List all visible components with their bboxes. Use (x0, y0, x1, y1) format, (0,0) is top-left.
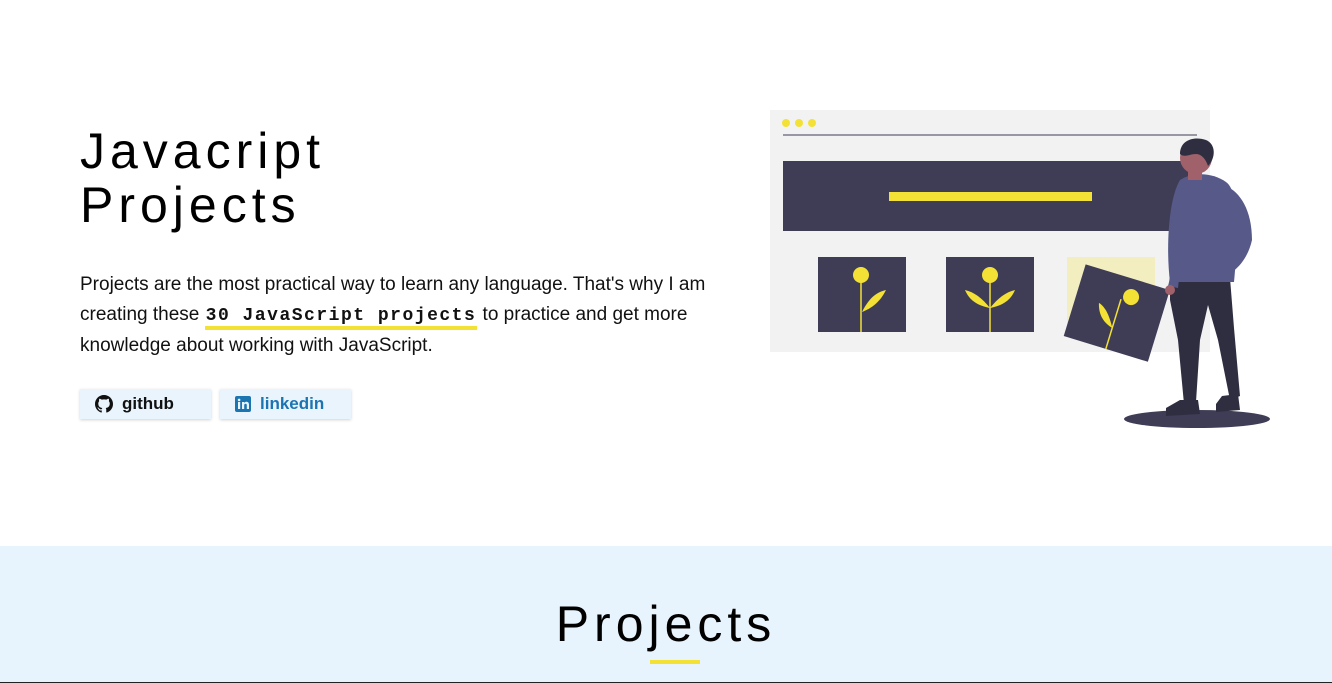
linkedin-label: linkedin (260, 394, 325, 413)
hero-illustration (760, 100, 1280, 440)
github-button[interactable]: github (80, 389, 211, 419)
hero-description: Projects are the most practical way to l… (80, 270, 740, 361)
social-links: github linkedin (80, 389, 351, 419)
github-label: github (122, 394, 174, 413)
projects-title-underline (650, 660, 700, 664)
browser-dot (782, 119, 790, 127)
hero-title: Javacript Projects (80, 124, 325, 232)
hero-title-line-1: Javacript (80, 123, 326, 179)
github-icon (95, 395, 113, 413)
projects-title: Projects (555, 596, 777, 652)
linkedin-icon (235, 396, 251, 412)
hero-title-line-2: Projects (80, 177, 301, 233)
browser-dot (795, 119, 803, 127)
linkedin-button[interactable]: linkedin (220, 389, 351, 419)
banner-bar (889, 192, 1092, 201)
hero-description-highlight: 30 JavaScript projects (204, 306, 478, 330)
browser-dot (808, 119, 816, 127)
projects-section: Projects (0, 546, 1332, 683)
hero-section: Javacript Projects Projects are the most… (0, 0, 1332, 546)
